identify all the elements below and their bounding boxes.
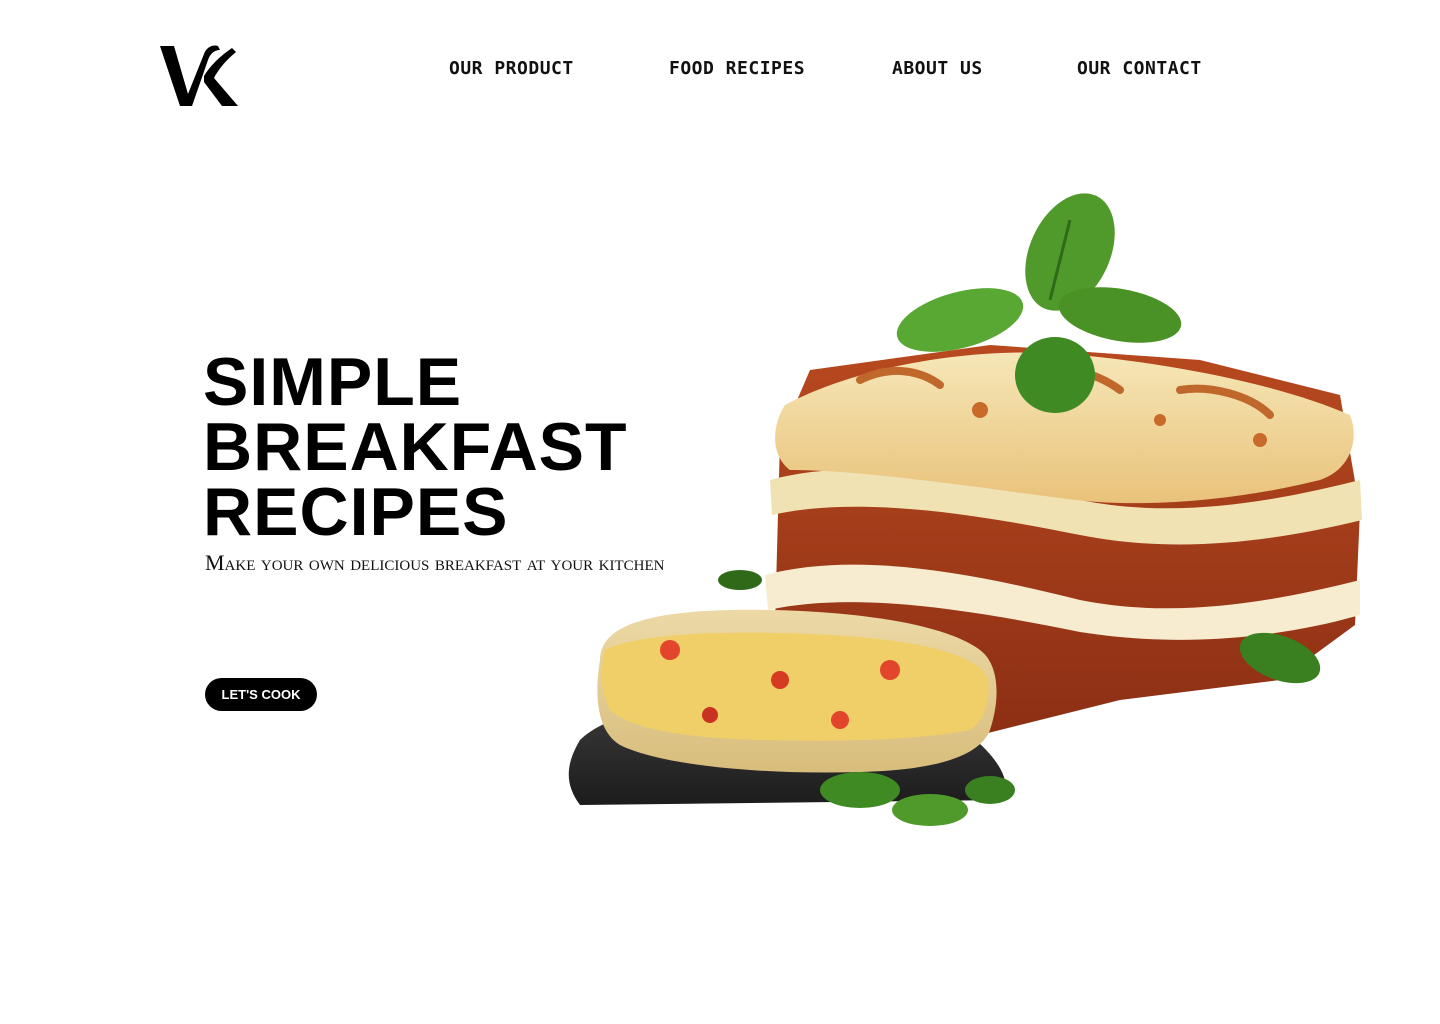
nav-about-us[interactable]: ABOUT US	[892, 58, 983, 79]
nav-our-product[interactable]: OUR PRODUCT	[449, 58, 574, 79]
lets-cook-button[interactable]: LET'S COOK	[205, 678, 317, 711]
food-hero-image	[568, 193, 1362, 826]
main-nav: OUR PRODUCT FOOD RECIPES ABOUT US OUR CO…	[0, 58, 1440, 86]
nav-food-recipes[interactable]: FOOD RECIPES	[669, 58, 805, 79]
arepa-image	[597, 609, 997, 773]
nav-our-contact[interactable]: OUR CONTACT	[1077, 58, 1202, 79]
